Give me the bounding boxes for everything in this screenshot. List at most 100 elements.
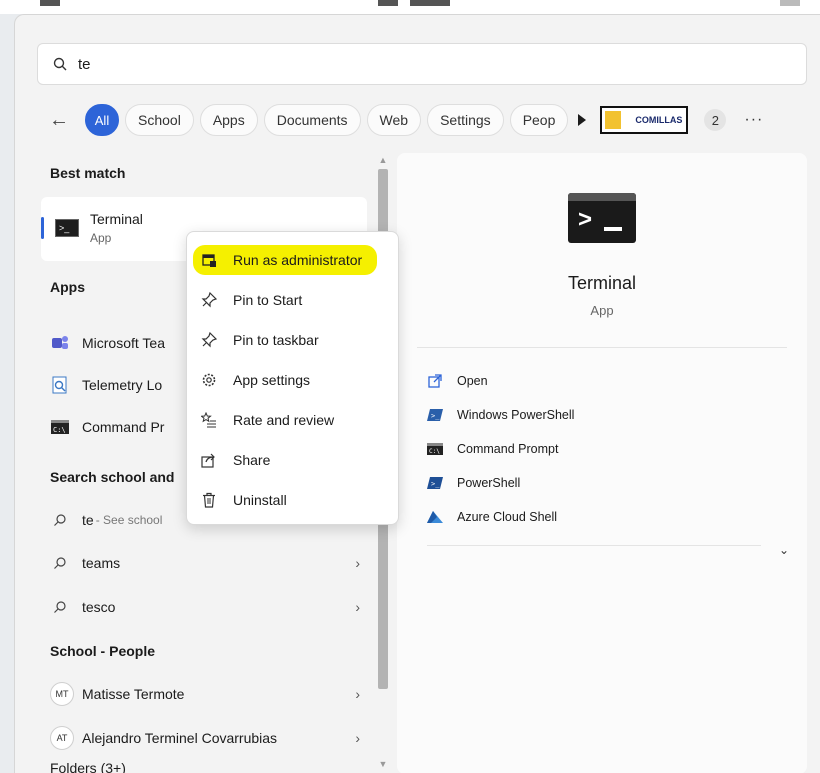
start-search-panel: te ← All School Apps Documents Web Setti… [14, 14, 820, 773]
tab-school[interactable]: School [125, 104, 194, 136]
best-match-type: App [90, 231, 112, 245]
tab-people[interactable]: Peop [509, 104, 569, 136]
chevron-right-icon[interactable]: › [355, 599, 360, 615]
folders-header: Folders (3+) [50, 760, 126, 773]
telemetry-icon [50, 376, 70, 394]
action-label: Command Prompt [457, 442, 559, 456]
apps-header: Apps [50, 279, 85, 295]
list-item-label: Microsoft Tea [82, 335, 165, 351]
action-azure-cloud-shell[interactable]: Azure Cloud Shell [427, 505, 557, 529]
svg-text:>_: >_ [431, 412, 440, 420]
terminal-large-icon: > [568, 193, 636, 243]
tab-documents[interactable]: Documents [263, 104, 361, 136]
menu-item-label: Uninstall [233, 492, 287, 508]
notification-count-badge[interactable]: 2 [704, 109, 727, 131]
chevron-right-icon[interactable]: › [355, 730, 360, 746]
tab-apps[interactable]: Apps [199, 104, 258, 136]
search-suggestion-tesco[interactable]: tesco › [50, 589, 370, 625]
menu-item-label: App settings [233, 372, 311, 388]
star-list-icon [199, 411, 219, 429]
menu-item-rate-and-review[interactable]: Rate and review [199, 405, 389, 435]
search-icon [50, 598, 70, 616]
teams-icon [50, 334, 70, 352]
command-prompt-icon: C:\ [427, 442, 443, 456]
svg-text:C:\: C:\ [429, 448, 440, 455]
scroll-up-icon[interactable]: ▲ [377, 155, 389, 165]
person-item-matisse[interactable]: MT Matisse Termote › [50, 676, 370, 712]
avatar: MT [50, 682, 74, 706]
action-label: Open [457, 374, 488, 388]
search-suggestion-teams[interactable]: teams › [50, 545, 370, 581]
pin-icon [199, 331, 219, 349]
school-people-header: School - People [50, 643, 156, 659]
admin-shield-icon [199, 251, 219, 269]
background-window-strip [0, 0, 820, 14]
action-label: Windows PowerShell [457, 408, 575, 422]
chevron-right-icon[interactable]: › [355, 686, 360, 702]
menu-item-share[interactable]: Share [199, 445, 389, 475]
divider [417, 347, 787, 348]
search-web-header: Search school and [50, 469, 175, 485]
more-options-icon[interactable]: ··· [744, 111, 763, 129]
menu-item-run-as-administrator[interactable]: Run as administrator [193, 245, 377, 275]
tab-settings[interactable]: Settings [427, 104, 504, 136]
person-name: Matisse Termote [82, 686, 185, 702]
avatar: AT [50, 726, 74, 750]
suggestion-text: teams [82, 555, 121, 571]
gear-icon [199, 371, 219, 389]
list-item-label: Telemetry Lo [82, 377, 163, 393]
scroll-down-icon[interactable]: ▼ [377, 759, 389, 769]
action-label: Azure Cloud Shell [457, 510, 558, 524]
scroll-tabs-icon[interactable] [578, 114, 587, 126]
menu-item-app-settings[interactable]: App settings [199, 365, 389, 395]
preview-app-name: Terminal [567, 273, 637, 293]
azure-cloud-shell-icon [427, 510, 443, 524]
command-prompt-icon: C:\ [50, 418, 70, 436]
search-icon [50, 511, 70, 529]
suggestion-text: te [82, 512, 94, 528]
tab-all[interactable]: All [85, 104, 119, 136]
context-menu: Run as administrator Pin to Start Pin to… [186, 231, 399, 525]
best-match-name: Terminal [90, 211, 143, 227]
person-item-alejandro[interactable]: AT Alejandro Terminel Covarrubias › [50, 720, 370, 756]
pin-icon [199, 291, 219, 309]
selection-accent [41, 217, 44, 239]
menu-item-pin-to-start[interactable]: Pin to Start [199, 285, 389, 315]
back-arrow-icon[interactable]: ← [45, 106, 73, 134]
person-name: Alejandro Terminel Covarrubias [82, 730, 278, 746]
menu-item-pin-to-taskbar[interactable]: Pin to taskbar [199, 325, 389, 355]
search-input[interactable]: te [78, 56, 91, 73]
best-match-header: Best match [50, 165, 126, 181]
expand-chevron-icon[interactable]: ⌄ [779, 543, 789, 557]
action-label: PowerShell [457, 476, 521, 490]
action-powershell[interactable]: >_ PowerShell [427, 471, 520, 495]
suggestion-sub: - See school [95, 513, 163, 527]
tab-web[interactable]: Web [366, 104, 422, 136]
search-icon [53, 57, 67, 71]
preview-pane: > Terminal App Open >_ Windows PowerShel… [397, 153, 807, 773]
organization-logo[interactable]: COMILLAS [600, 106, 689, 134]
menu-item-label: Rate and review [233, 412, 335, 428]
action-windows-powershell[interactable]: >_ Windows PowerShell [427, 403, 574, 427]
list-item-label: Command Pr [82, 419, 165, 435]
powershell-icon: >_ [427, 408, 443, 422]
action-open[interactable]: Open [427, 369, 488, 393]
filter-bar: ← All School Apps Documents Web Settings… [45, 103, 763, 137]
open-icon [427, 374, 443, 388]
menu-item-label: Pin to taskbar [233, 332, 319, 348]
search-box[interactable]: te [37, 43, 807, 85]
menu-item-label: Pin to Start [233, 292, 303, 308]
svg-text:C:\: C:\ [53, 426, 66, 434]
action-command-prompt[interactable]: C:\ Command Prompt [427, 437, 558, 461]
menu-item-uninstall[interactable]: Uninstall [199, 485, 389, 515]
search-icon [50, 554, 70, 572]
svg-text:>_: >_ [431, 480, 440, 488]
chevron-right-icon[interactable]: › [355, 555, 360, 571]
terminal-icon: >_ [55, 219, 79, 237]
preview-app-type: App [590, 303, 614, 318]
trash-icon [199, 491, 219, 509]
menu-item-label: Share [233, 452, 271, 468]
suggestion-text: tesco [82, 599, 116, 615]
divider [427, 545, 761, 546]
menu-item-label: Run as administrator [233, 252, 363, 268]
